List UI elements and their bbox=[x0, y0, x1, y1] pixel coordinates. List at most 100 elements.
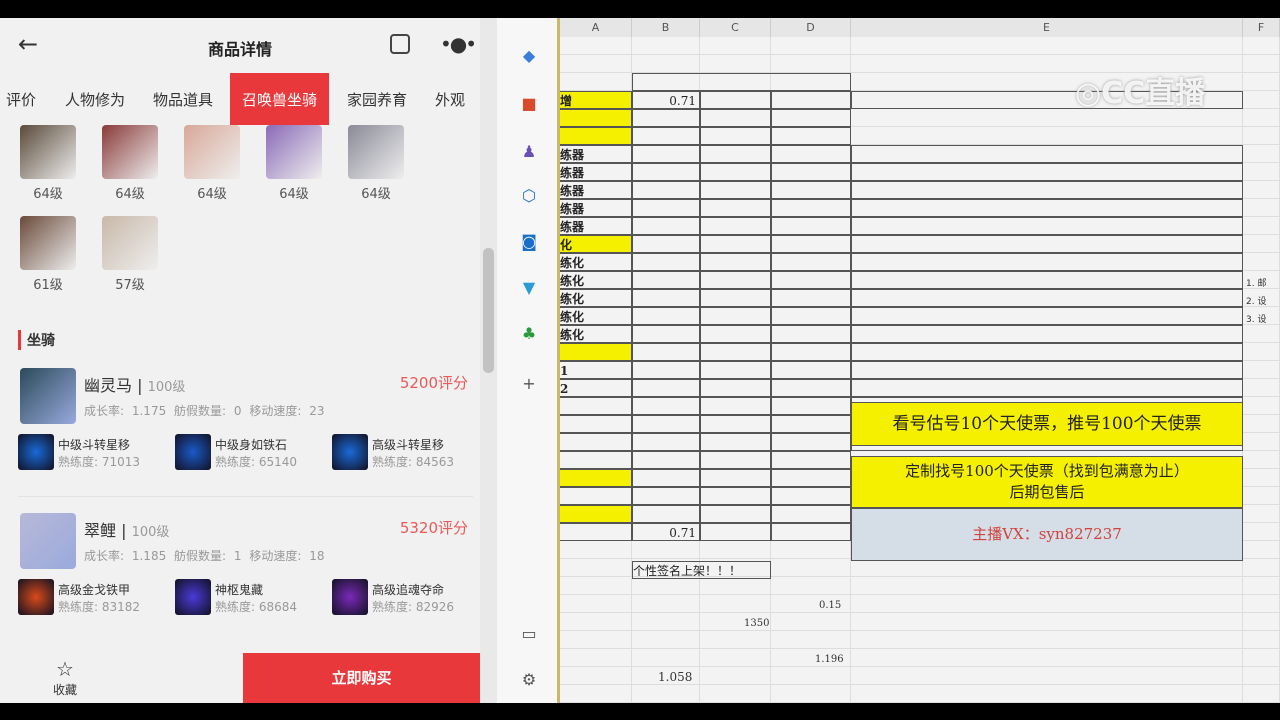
summon-avatar[interactable] bbox=[102, 125, 158, 179]
cell[interactable] bbox=[771, 523, 851, 541]
value-cell[interactable] bbox=[632, 181, 700, 199]
grid-cell[interactable] bbox=[632, 595, 700, 613]
row-label-cell[interactable]: 练化 bbox=[560, 307, 632, 325]
cell[interactable] bbox=[771, 145, 851, 163]
grid-cell[interactable] bbox=[851, 631, 1243, 649]
column-header[interactable]: F bbox=[1243, 18, 1280, 37]
cell[interactable] bbox=[700, 325, 771, 343]
grid-cell[interactable] bbox=[1243, 631, 1280, 649]
tab-summons-mounts[interactable]: 召唤兽坐骑 bbox=[230, 73, 330, 125]
grid-cell[interactable] bbox=[771, 577, 851, 595]
grid-cell[interactable] bbox=[1243, 361, 1280, 379]
cell[interactable] bbox=[771, 415, 851, 433]
row-label-cell[interactable]: 2 bbox=[560, 379, 632, 397]
grid-cell[interactable] bbox=[1243, 523, 1280, 541]
grid-cell[interactable] bbox=[851, 559, 1243, 577]
grid-cell[interactable] bbox=[771, 667, 851, 685]
cell[interactable] bbox=[771, 307, 851, 325]
cell[interactable] bbox=[771, 379, 851, 397]
cell[interactable] bbox=[771, 433, 851, 451]
tab-appearance[interactable]: 外观 bbox=[435, 89, 465, 110]
grid-cell[interactable] bbox=[700, 541, 771, 559]
cell[interactable] bbox=[771, 253, 851, 271]
column-header[interactable]: D bbox=[771, 18, 851, 37]
grid-cell[interactable] bbox=[1243, 91, 1280, 109]
row-label-cell[interactable]: 1 bbox=[560, 361, 632, 379]
cell[interactable] bbox=[851, 271, 1243, 289]
scrollbar-thumb[interactable] bbox=[483, 248, 494, 373]
cell[interactable] bbox=[771, 487, 851, 505]
cell[interactable] bbox=[700, 415, 771, 433]
scrollbar[interactable] bbox=[480, 18, 497, 703]
grid-cell[interactable] bbox=[1243, 685, 1280, 703]
value-cell[interactable]: 0.71 bbox=[632, 91, 700, 109]
summon-avatar[interactable] bbox=[20, 216, 76, 270]
grid-cell[interactable] bbox=[771, 613, 851, 631]
row-label-cell[interactable]: 练化 bbox=[560, 253, 632, 271]
cell[interactable] bbox=[851, 307, 1243, 325]
cell[interactable] bbox=[700, 505, 771, 523]
cell[interactable] bbox=[851, 325, 1243, 343]
summon-avatar[interactable] bbox=[184, 125, 240, 179]
cell[interactable] bbox=[700, 343, 771, 361]
value-cell[interactable] bbox=[632, 127, 700, 145]
grid-cell[interactable] bbox=[1243, 415, 1280, 433]
grid-cell[interactable] bbox=[1243, 235, 1280, 253]
column-header[interactable]: B bbox=[632, 18, 700, 37]
grid-cell[interactable] bbox=[1243, 109, 1280, 127]
row-label-cell[interactable]: 练化 bbox=[560, 289, 632, 307]
cell[interactable] bbox=[771, 181, 851, 199]
cell[interactable] bbox=[700, 487, 771, 505]
column-header[interactable]: E bbox=[851, 18, 1243, 37]
cell[interactable] bbox=[700, 289, 771, 307]
grid-cell[interactable] bbox=[1243, 541, 1280, 559]
skill-item[interactable]: 神枢鬼藏 熟练度: 68684 bbox=[175, 579, 325, 619]
grid-cell[interactable] bbox=[851, 649, 1243, 667]
skill-item[interactable]: 高级金戈铁甲 熟练度: 83182 bbox=[18, 579, 168, 619]
grid-cell[interactable] bbox=[700, 667, 771, 685]
grid-cell[interactable] bbox=[771, 631, 851, 649]
cell[interactable] bbox=[700, 181, 771, 199]
grid-cell[interactable] bbox=[700, 55, 771, 73]
grid-cell[interactable] bbox=[851, 595, 1243, 613]
grid-cell[interactable] bbox=[1243, 667, 1280, 685]
skill-item[interactable]: 中级身如铁石 熟练度: 65140 bbox=[175, 434, 325, 474]
grid-cell[interactable] bbox=[851, 37, 1243, 55]
grid-cell[interactable] bbox=[1243, 469, 1280, 487]
tab-review[interactable]: 评价 bbox=[6, 89, 36, 110]
outlook-icon[interactable]: ◙ bbox=[519, 232, 539, 252]
value-cell[interactable] bbox=[632, 343, 700, 361]
cell[interactable] bbox=[700, 235, 771, 253]
row-label-cell[interactable] bbox=[560, 127, 632, 145]
row-label-cell[interactable] bbox=[560, 433, 632, 451]
value-cell[interactable] bbox=[632, 325, 700, 343]
row-label-cell[interactable] bbox=[560, 343, 632, 361]
grid-cell[interactable] bbox=[632, 541, 700, 559]
column-header[interactable]: A bbox=[560, 18, 632, 37]
value-cell[interactable] bbox=[632, 217, 700, 235]
grid-cell[interactable] bbox=[851, 685, 1243, 703]
grid-cell[interactable] bbox=[1243, 577, 1280, 595]
merged-cell-pricing[interactable]: 看号估号10个天使票，推号100个天使票 bbox=[851, 402, 1243, 446]
grid-cell[interactable] bbox=[560, 631, 632, 649]
tab-home[interactable]: 家园养育 bbox=[347, 89, 407, 110]
value-cell[interactable] bbox=[632, 451, 700, 469]
grid-cell[interactable] bbox=[560, 559, 632, 577]
row-label-cell[interactable] bbox=[560, 523, 632, 541]
cell[interactable] bbox=[851, 253, 1243, 271]
cell[interactable] bbox=[771, 397, 851, 415]
grid-cell[interactable] bbox=[1243, 73, 1280, 91]
value-cell[interactable] bbox=[632, 487, 700, 505]
row-label-cell[interactable]: 练化 bbox=[560, 325, 632, 343]
mail-icon[interactable]: ▼ bbox=[519, 278, 539, 298]
cell[interactable] bbox=[771, 451, 851, 469]
grid-cell[interactable] bbox=[1243, 379, 1280, 397]
grid-cell[interactable] bbox=[771, 541, 851, 559]
row-label-cell[interactable]: 练器 bbox=[560, 199, 632, 217]
cell[interactable] bbox=[851, 235, 1243, 253]
sidebar-toggle-icon[interactable]: ▭ bbox=[519, 624, 539, 644]
row-label-cell[interactable] bbox=[560, 109, 632, 127]
summon-avatar[interactable] bbox=[102, 216, 158, 270]
value-cell[interactable]: 0.71 bbox=[632, 523, 700, 541]
add-icon[interactable]: + bbox=[519, 374, 539, 394]
